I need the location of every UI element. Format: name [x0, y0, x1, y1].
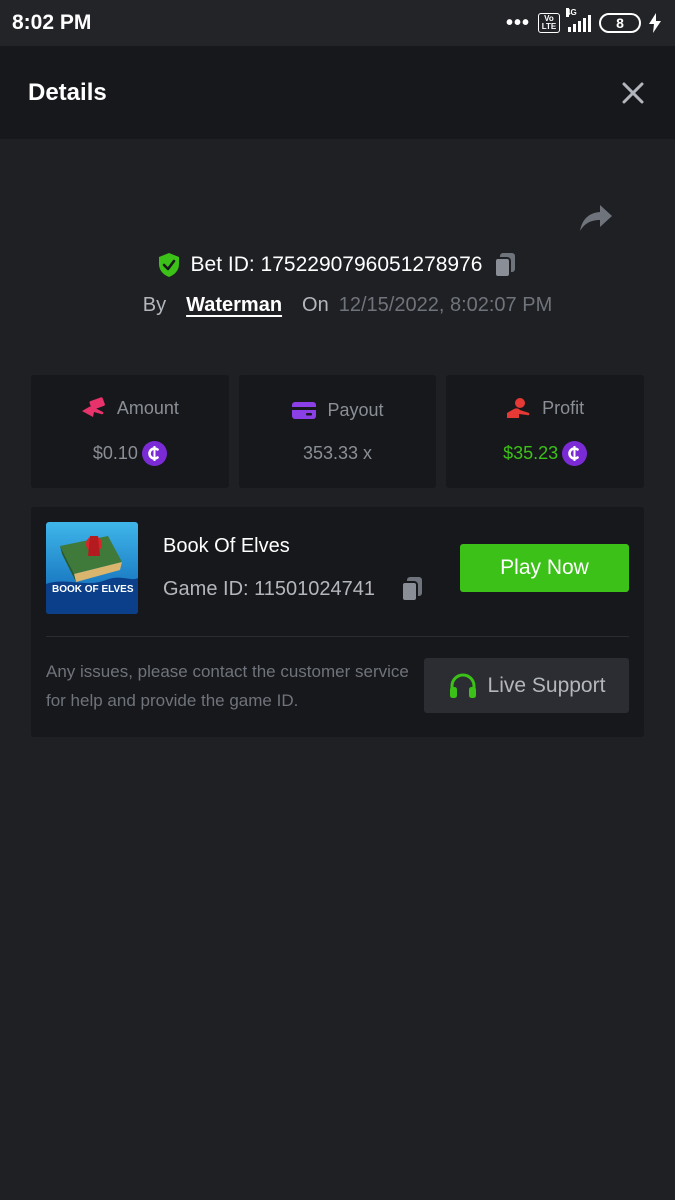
- wallet-icon: [292, 402, 317, 419]
- stat-value: $0.10: [92, 443, 138, 463]
- copy-game-id-icon[interactable]: [399, 575, 425, 603]
- verified-shield-icon: [158, 253, 179, 277]
- bet-meta-row: By Waterman On 12/15/2022, 8:02:07 PM: [0, 288, 675, 322]
- signal-icon: 4G: [566, 8, 591, 32]
- live-support-button[interactable]: Live Support: [424, 658, 629, 713]
- status-icons: ••• Vo LTE 4G 8: [505, 8, 661, 34]
- page-title: Details: [28, 78, 107, 106]
- bet-id-row: Bet ID: 1752290796051278976: [0, 248, 675, 282]
- support-help-text: Any issues, please contact the customer …: [46, 662, 409, 710]
- profit-hand-icon: [507, 398, 530, 418]
- share-icon[interactable]: [578, 203, 614, 233]
- game-id-row: Game ID: 11501024741: [163, 575, 425, 603]
- game-name: Book Of Elves: [163, 535, 290, 557]
- battery-level: 8: [616, 15, 624, 31]
- close-icon: [622, 82, 644, 103]
- live-support-label: Live Support: [487, 673, 606, 697]
- money-hand-icon: [81, 397, 105, 417]
- battery-icon: 8: [599, 13, 641, 33]
- coin-icon: [141, 441, 167, 466]
- volte-icon: Vo LTE: [538, 13, 560, 33]
- charging-bolt-icon: [649, 13, 661, 33]
- copy-bet-id-icon[interactable]: [492, 251, 518, 279]
- stat-label: Amount: [116, 397, 179, 418]
- stat-label: Profit: [542, 397, 585, 418]
- stat-value: 353.33 x: [302, 443, 373, 463]
- stat-value: $35.23: [503, 443, 559, 463]
- more-dots-icon: •••: [505, 12, 530, 34]
- stat-payout: Payout 353.33 x: [238, 375, 437, 488]
- user-link[interactable]: Waterman: [186, 294, 282, 317]
- svg-text:BOOK OF ELVES: BOOK OF ELVES: [52, 584, 134, 595]
- play-now-button[interactable]: Play Now: [460, 544, 629, 592]
- game-card: BOOK OF ELVES Book Of Elves Game ID: 115…: [31, 507, 644, 737]
- status-bar: 8:02 PM ••• Vo LTE 4G 8: [0, 0, 675, 46]
- divider: [46, 636, 629, 637]
- bet-date: 12/15/2022, 8:02:07 PM: [338, 293, 553, 316]
- headset-icon: [449, 673, 476, 698]
- stat-amount: Amount $0.10: [31, 375, 229, 488]
- coin-icon: [562, 441, 588, 466]
- details-header: Details: [0, 46, 675, 139]
- status-time: 8:02 PM: [12, 11, 92, 34]
- bet-stats: Amount $0.10 Payout 353.33 x Profit $35.…: [31, 375, 645, 488]
- stat-profit: Profit $35.23: [446, 375, 645, 488]
- game-thumbnail[interactable]: BOOK OF ELVES: [46, 522, 138, 614]
- on-label: On: [302, 293, 329, 316]
- stat-label: Payout: [327, 399, 384, 420]
- game-id: Game ID: 11501024741: [163, 577, 376, 600]
- bet-id: Bet ID: 1752290796051278976: [190, 253, 483, 276]
- by-label: By: [142, 293, 167, 316]
- close-button[interactable]: [619, 79, 647, 107]
